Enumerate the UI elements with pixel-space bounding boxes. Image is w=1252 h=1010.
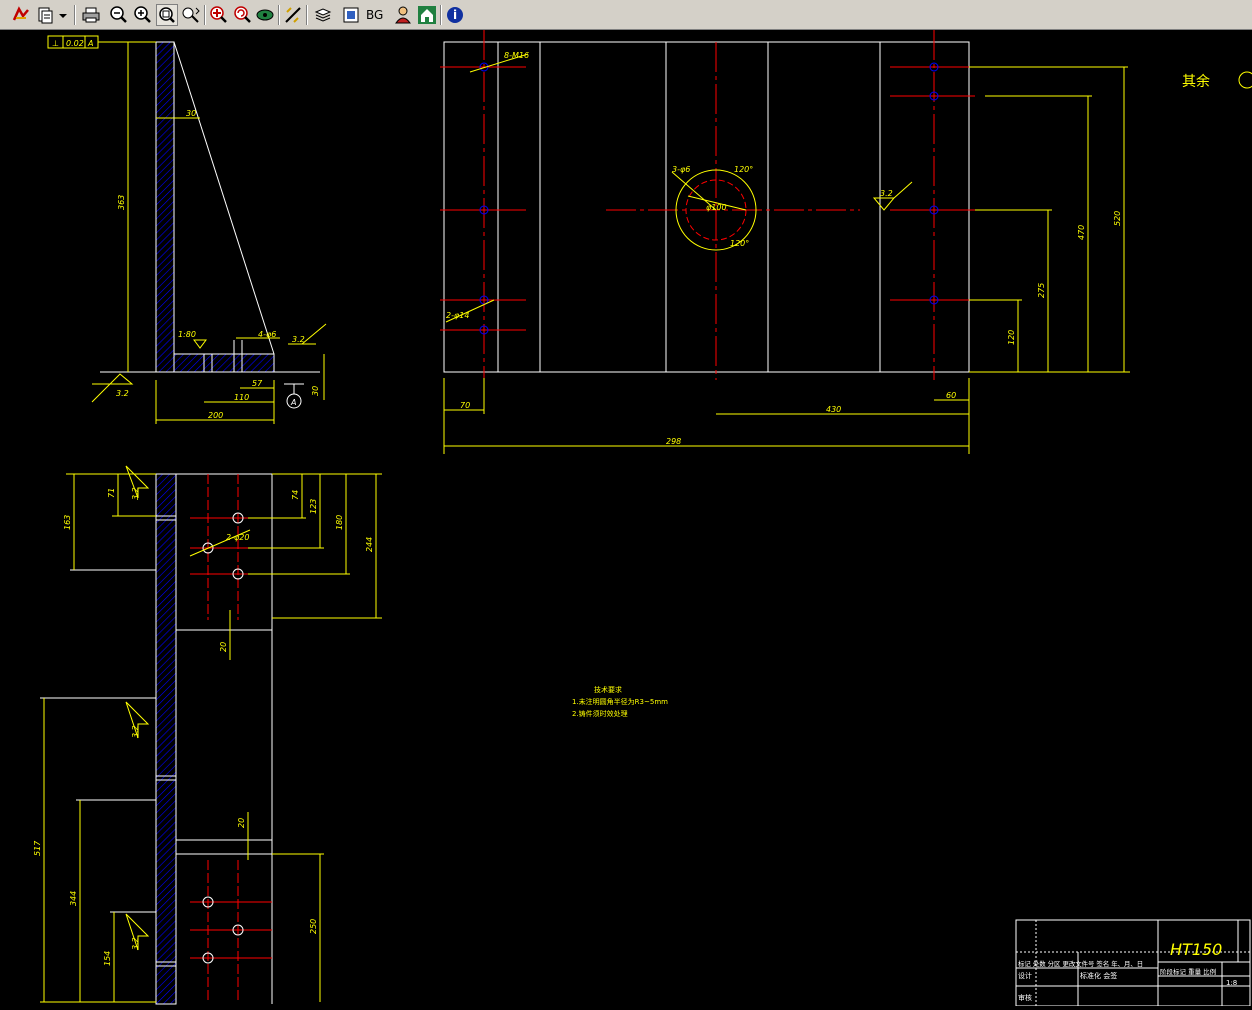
- svg-text:244: 244: [365, 537, 374, 552]
- svg-text:1.未注明圆角半径为R3~5mm: 1.未注明圆角半径为R3~5mm: [572, 697, 668, 706]
- svg-text:3.2: 3.2: [131, 487, 140, 500]
- svg-text:250: 250: [309, 919, 318, 934]
- svg-text:74: 74: [291, 490, 300, 500]
- svg-text:20: 20: [219, 642, 228, 652]
- title-block: HT150 标记 处数 分区 更改文件号 签名 年、月、日 设计 标准化 会签 …: [1015, 919, 1251, 1007]
- svg-text:70: 70: [460, 401, 470, 410]
- svg-text:2-φ20: 2-φ20: [226, 533, 249, 542]
- svg-text:154: 154: [103, 951, 112, 966]
- pages-icon[interactable]: [34, 4, 56, 26]
- svg-text:3.2: 3.2: [131, 937, 140, 950]
- zoom-realtime-icon[interactable]: [232, 4, 254, 26]
- zoom-in-icon[interactable]: [132, 4, 154, 26]
- svg-text:470: 470: [1077, 225, 1086, 240]
- svg-text:3-φ6: 3-φ6: [672, 165, 690, 174]
- svg-text:57: 57: [252, 379, 263, 388]
- svg-text:30: 30: [311, 386, 320, 396]
- svg-text:A: A: [87, 39, 93, 48]
- info-icon[interactable]: i: [444, 4, 466, 26]
- measure-icon[interactable]: [282, 4, 304, 26]
- svg-text:344: 344: [69, 891, 78, 906]
- svg-text:275: 275: [1037, 283, 1046, 298]
- svg-text:298: 298: [666, 437, 681, 446]
- svg-text:520: 520: [1113, 211, 1122, 226]
- svg-text:阶段标记 重量 比例: 阶段标记 重量 比例: [1160, 967, 1216, 976]
- print-icon[interactable]: [80, 4, 102, 26]
- svg-text:标记 处数 分区 更改文件号 签名 年、月、日: 标记 处数 分区 更改文件号 签名 年、月、日: [1018, 959, 1143, 968]
- svg-text:1:80: 1:80: [178, 330, 196, 339]
- svg-text:3.2: 3.2: [880, 189, 893, 198]
- zoom-extents-icon[interactable]: [208, 4, 230, 26]
- svg-text:200: 200: [208, 411, 223, 420]
- svg-text:517: 517: [33, 840, 42, 856]
- toolbar: BG i: [0, 0, 1252, 30]
- svg-text:技术要求: 技术要求: [594, 685, 622, 694]
- view-3d-icon[interactable]: [254, 4, 276, 26]
- bg-label[interactable]: BG: [366, 8, 383, 22]
- user-icon[interactable]: [392, 4, 414, 26]
- svg-text:20: 20: [237, 818, 246, 828]
- section-view: 163 71 3.2 74 123 180 244 2-φ20 20 3.2 5…: [33, 465, 382, 1005]
- svg-text:3.2: 3.2: [116, 389, 129, 398]
- svg-text:123: 123: [309, 499, 318, 514]
- side-view: ⊥ 0.02 A 363 30 1:80 4-φ6 3.2 3.2 57 110…: [47, 35, 327, 424]
- svg-text:430: 430: [826, 405, 841, 414]
- svg-text:120: 120: [1007, 330, 1016, 345]
- remainder-note: 其余: [1182, 73, 1210, 90]
- pan-icon[interactable]: [180, 4, 202, 26]
- svg-text:3.2: 3.2: [292, 335, 305, 344]
- svg-text:30: 30: [186, 109, 196, 118]
- material-label: HT150: [1170, 940, 1222, 959]
- svg-text:120°: 120°: [730, 239, 749, 248]
- svg-text:审核: 审核: [1018, 993, 1032, 1002]
- layers-icon[interactable]: [312, 4, 334, 26]
- open-icon[interactable]: [10, 4, 32, 26]
- zoom-out-icon[interactable]: [108, 4, 130, 26]
- svg-text:163: 163: [63, 515, 72, 530]
- zoom-window-icon[interactable]: [156, 4, 178, 26]
- svg-text:2-φ14: 2-φ14: [446, 311, 469, 320]
- svg-text:标准化 会签: 标准化 会签: [1080, 971, 1117, 980]
- frame-icon[interactable]: [340, 4, 362, 26]
- svg-text:i: i: [453, 8, 457, 22]
- svg-text:A: A: [290, 398, 296, 407]
- svg-text:8-M16: 8-M16: [504, 51, 529, 60]
- svg-text:60: 60: [946, 391, 956, 400]
- svg-text:3.2: 3.2: [131, 725, 140, 738]
- svg-text:设计: 设计: [1018, 971, 1032, 980]
- svg-text:⊥: ⊥: [52, 39, 59, 48]
- svg-text:180: 180: [335, 515, 344, 530]
- svg-text:120°: 120°: [734, 165, 753, 174]
- svg-text:1:8: 1:8: [1226, 979, 1237, 987]
- drawing-canvas[interactable]: ⊥ 0.02 A 363 30 1:80 4-φ6 3.2 3.2 57 110…: [0, 30, 1252, 1007]
- svg-text:110: 110: [234, 393, 249, 402]
- svg-text:2.铸件须时效处理: 2.铸件须时效处理: [572, 709, 628, 718]
- svg-text:φ100: φ100: [706, 203, 727, 212]
- technical-notes: 技术要求 1.未注明圆角半径为R3~5mm 2.铸件须时效处理: [572, 685, 668, 718]
- svg-text:363: 363: [117, 195, 126, 210]
- home-icon[interactable]: [416, 4, 438, 26]
- dropdown-arrow-icon[interactable]: [56, 4, 70, 26]
- svg-text:71: 71: [107, 488, 116, 498]
- svg-text:0.02: 0.02: [66, 39, 84, 48]
- front-view: 3-φ6 φ100 120° 120° 8-M16 2-φ14 3.2 70 4…: [440, 30, 1252, 454]
